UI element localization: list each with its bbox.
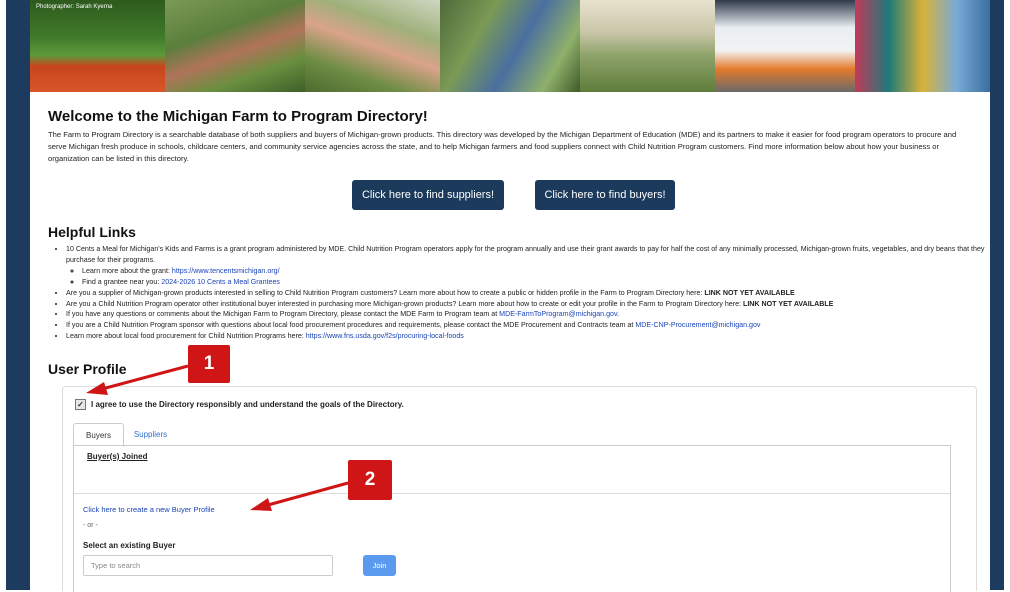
- buyer-info-text: Are you a Child Nutrition Program operat…: [66, 299, 743, 308]
- banner-photo-vegetables: [440, 0, 580, 92]
- buyers-joined-heading: Buyer(s) Joined: [87, 452, 148, 461]
- list-item: Find a grantee near you: 2024-2026 10 Ce…: [82, 277, 996, 288]
- banner-photo-farmer: [580, 0, 715, 92]
- link-label: Find a grantee near you:: [82, 277, 162, 286]
- banner: Photographer: Sarah Kyerna: [30, 0, 990, 92]
- supplier-info-text: Are you a supplier of Michigan-grown pro…: [66, 288, 705, 297]
- welcome-intro: The Farm to Program Directory is a searc…: [48, 130, 957, 163]
- helpful-links-list: 10 Cents a Meal for Michigan's Kids and …: [54, 244, 996, 342]
- user-profile-title: User Profile: [48, 361, 127, 377]
- banner-photo-truck: [715, 0, 855, 92]
- welcome-title: Welcome to the Michigan Farm to Program …: [48, 108, 428, 125]
- tencents-link[interactable]: https://www.tencentsmichigan.org/: [172, 267, 280, 275]
- annotation-marker-2: 2: [348, 460, 392, 500]
- annotation-marker-1: 1: [188, 345, 230, 383]
- list-item: 10 Cents a Meal for Michigan's Kids and …: [66, 244, 996, 288]
- link-status: LINK NOT YET AVAILABLE: [704, 288, 795, 297]
- banner-photo-kale: Photographer: Sarah Kyerna: [30, 0, 165, 92]
- tab-suppliers[interactable]: Suppliers: [123, 423, 178, 445]
- fns-link[interactable]: https://www.fns.usda.gov/f2s/procuring-l…: [306, 332, 464, 340]
- photo-credit: Photographer: Sarah Kyerna: [36, 4, 113, 10]
- list-item: If you are a Child Nutrition Program spo…: [66, 320, 996, 331]
- procurement-email-link[interactable]: MDE-CNP-Procurement@michigan.gov: [635, 321, 760, 329]
- user-profile-panel: ✓ I agree to use the Directory responsib…: [62, 386, 977, 592]
- banner-photo-family: [305, 0, 440, 92]
- select-buyer-label: Select an existing Buyer: [83, 541, 176, 550]
- banner-photo-child-garden: [165, 0, 305, 92]
- list-item: If you have any questions or comments ab…: [66, 309, 996, 320]
- buyer-search-input[interactable]: [83, 555, 333, 576]
- grantees-link[interactable]: 2024-2026 10 Cents a Meal Grantees: [161, 278, 280, 286]
- grant-description: 10 Cents a Meal for Michigan's Kids and …: [66, 245, 985, 264]
- agree-label: I agree to use the Directory responsibly…: [91, 400, 404, 409]
- list-item: Are you a supplier of Michigan-grown pro…: [66, 288, 996, 299]
- farm-to-program-email-link[interactable]: MDE-FarmToProgram@michigan.gov: [499, 310, 617, 318]
- agree-checkbox[interactable]: ✓: [75, 399, 86, 410]
- helpful-links-title: Helpful Links: [48, 224, 136, 240]
- tab-buyers[interactable]: Buyers: [73, 423, 124, 447]
- find-buyers-button[interactable]: Click here to find buyers!: [535, 180, 675, 210]
- page-content: Photographer: Sarah Kyerna Welcome to th…: [30, 0, 990, 592]
- list-item: Are you a Child Nutrition Program operat…: [66, 299, 996, 310]
- procurement-text: If you are a Child Nutrition Program spo…: [66, 321, 636, 330]
- create-buyer-profile-link[interactable]: Click here to create a new Buyer Profile: [83, 505, 215, 514]
- join-button[interactable]: Join: [363, 555, 396, 576]
- banner-photo-child-vegetable: [855, 0, 990, 92]
- local-foods-text: Learn more about local food procurement …: [66, 332, 306, 341]
- find-suppliers-button[interactable]: Click here to find suppliers!: [352, 180, 504, 210]
- or-separator: - or -: [83, 522, 98, 529]
- contact-text: If you have any questions or comments ab…: [66, 310, 500, 319]
- link-status: LINK NOT YET AVAILABLE: [743, 299, 834, 308]
- divider: [74, 493, 950, 494]
- list-item: Learn more about local food procurement …: [66, 331, 996, 342]
- list-item: Learn more about the grant: https://www.…: [82, 266, 996, 277]
- link-label: Learn more about the grant:: [82, 266, 172, 275]
- agree-checkbox-row[interactable]: ✓ I agree to use the Directory responsib…: [75, 399, 404, 410]
- buyers-tab-panel: Buyer(s) Joined Click here to create a n…: [73, 445, 951, 592]
